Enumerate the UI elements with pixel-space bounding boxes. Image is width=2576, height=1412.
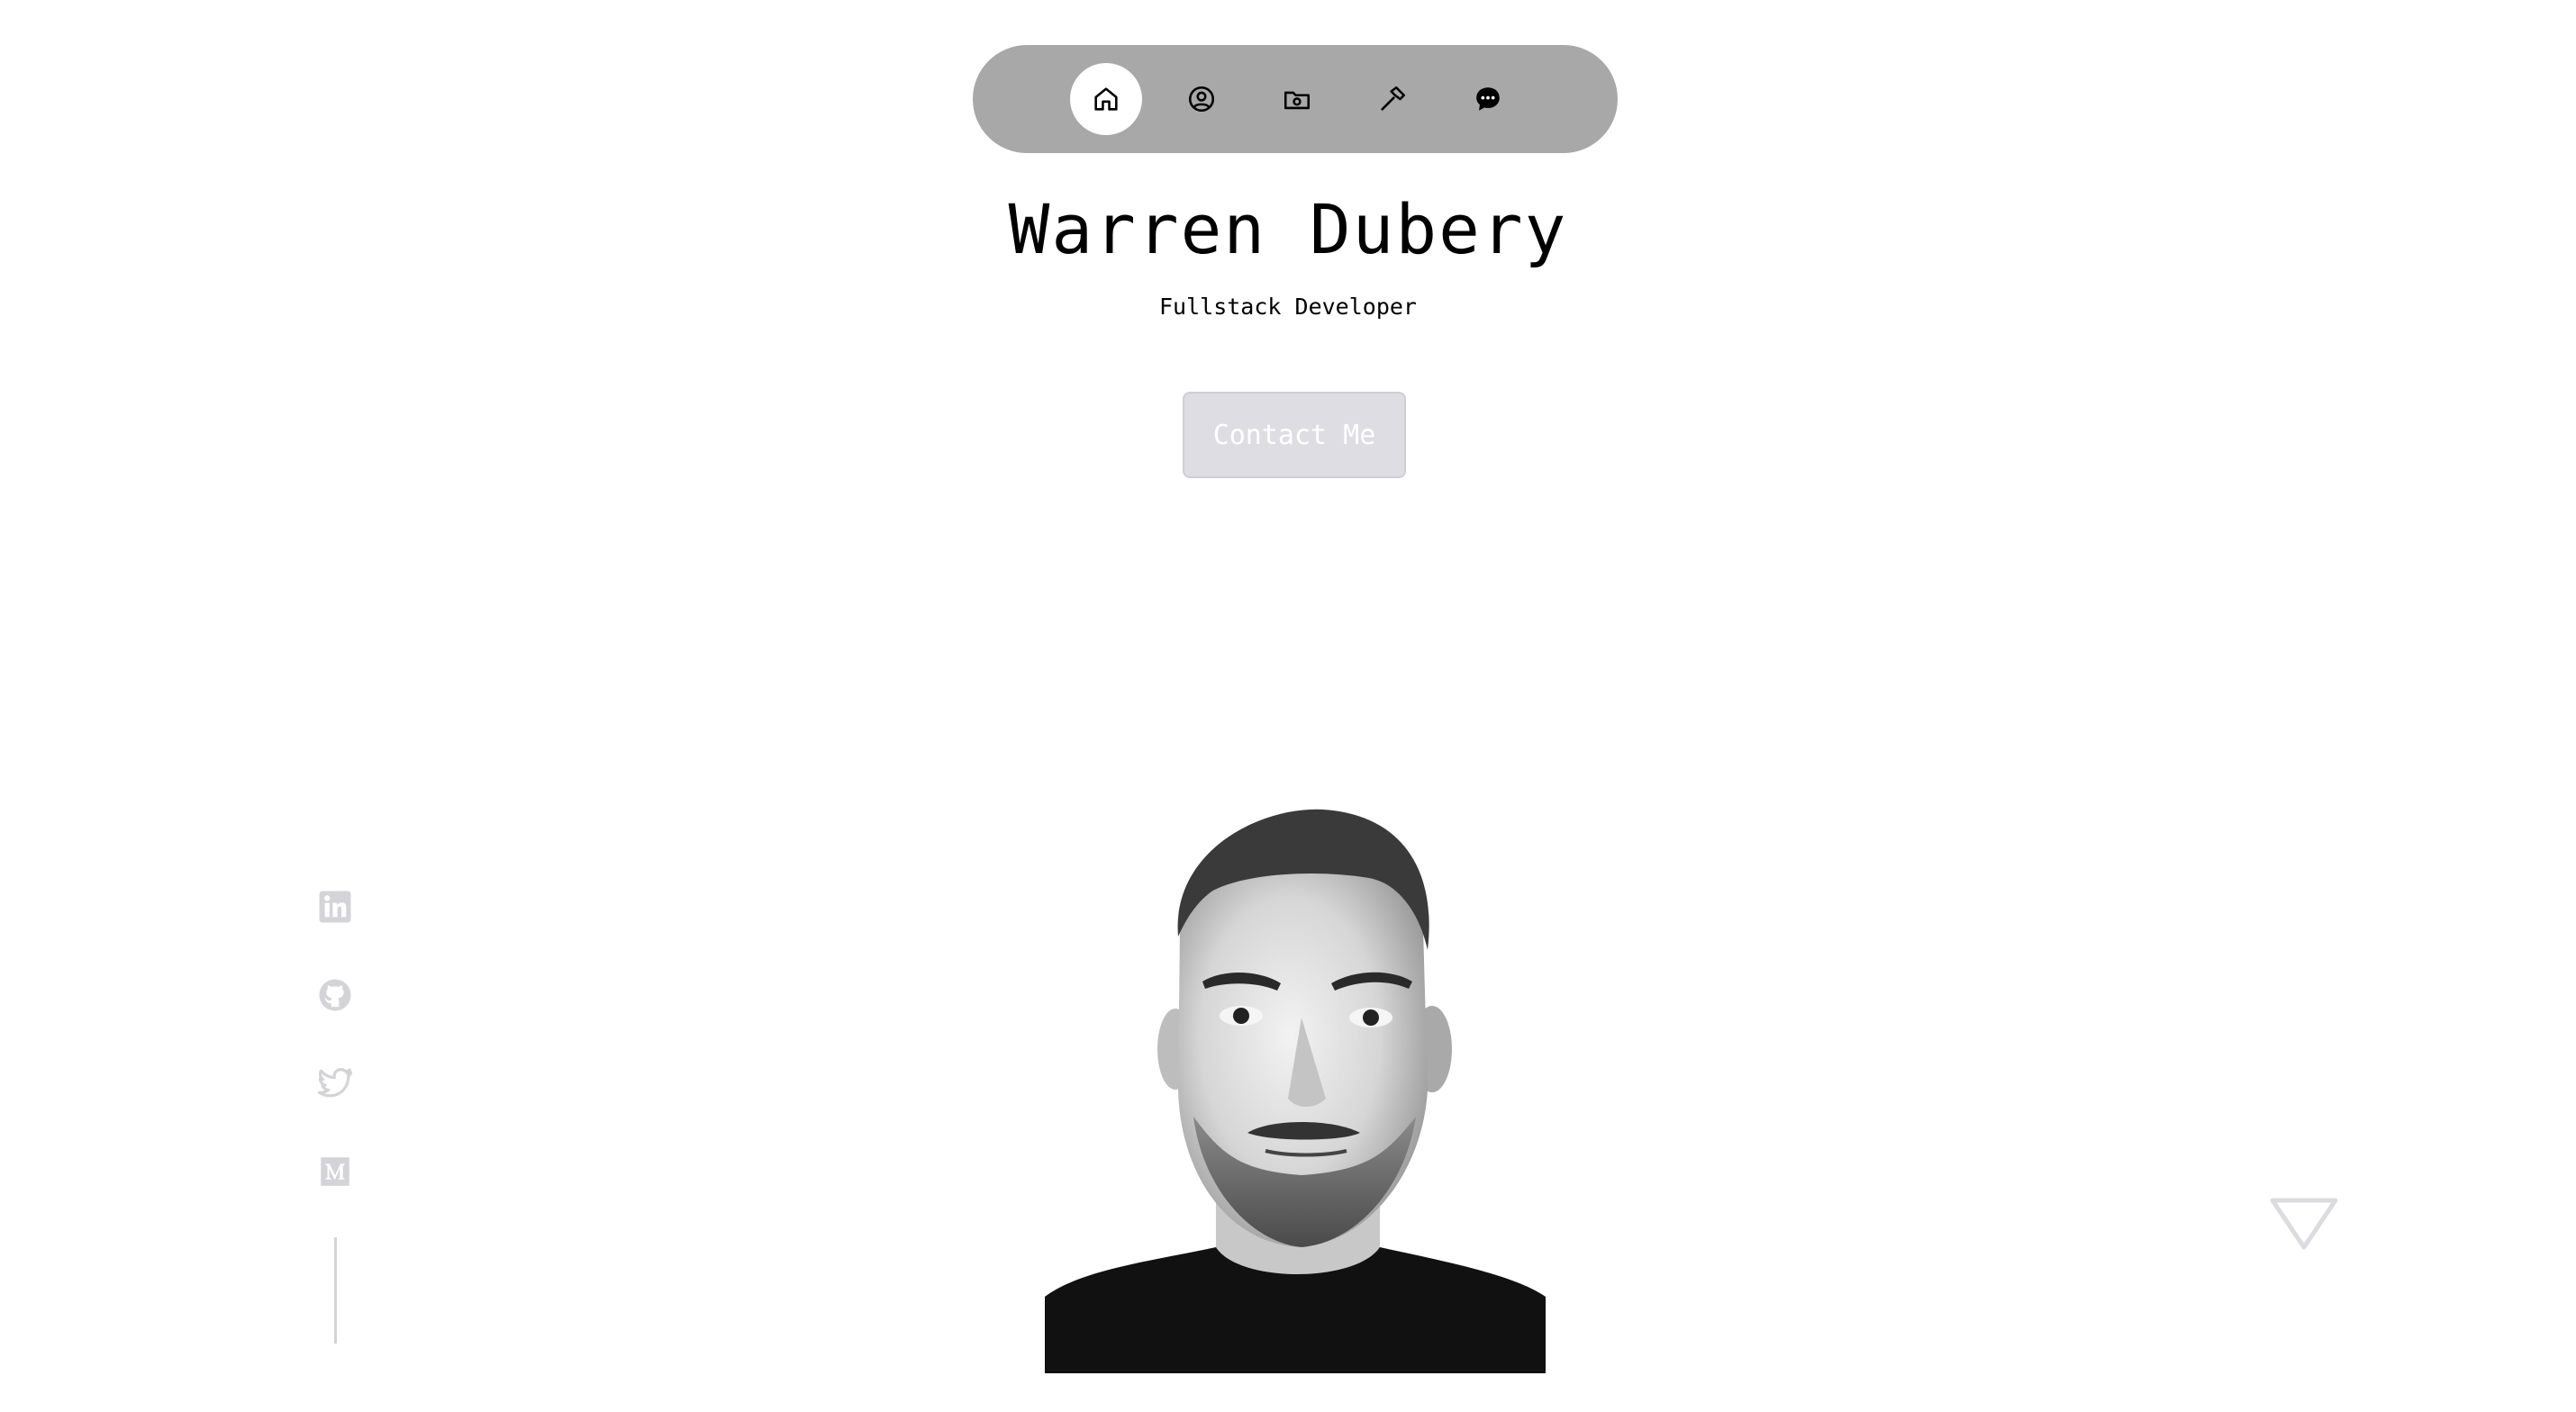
top-nav [973, 45, 1618, 153]
social-github[interactable] [315, 975, 355, 1015]
social-twitter[interactable] [315, 1064, 355, 1103]
chat-bubble-icon [1476, 87, 1500, 111]
twitter-icon [317, 1068, 353, 1098]
hero-role: Fullstack Developer [1159, 294, 1417, 320]
social-links [315, 887, 355, 1191]
home-icon [1094, 87, 1118, 111]
contact-me-button[interactable]: Contact Me [1183, 392, 1406, 478]
github-icon [319, 979, 351, 1011]
folder-camera-icon [1283, 91, 1311, 110]
nav-skills[interactable] [1356, 63, 1429, 135]
social-linkedin[interactable] [315, 887, 355, 927]
hero-name: Warren Dubery [1008, 189, 1568, 269]
page: Warren Dubery Fullstack Developer Contac… [0, 0, 2576, 1412]
user-circle-icon [1188, 86, 1215, 113]
hammer-icon [1381, 86, 1406, 111]
scroll-down-triangle-icon[interactable] [2268, 1196, 2340, 1252]
medium-icon [321, 1157, 349, 1186]
social-rail-line [334, 1237, 337, 1344]
nav-contact[interactable] [1452, 63, 1524, 135]
portrait-photo [1045, 809, 1546, 1373]
social-medium[interactable] [315, 1152, 355, 1191]
nav-portfolio[interactable] [1261, 63, 1333, 135]
nav-home[interactable] [1070, 63, 1142, 135]
nav-about[interactable] [1166, 63, 1238, 135]
linkedin-icon [319, 891, 351, 923]
